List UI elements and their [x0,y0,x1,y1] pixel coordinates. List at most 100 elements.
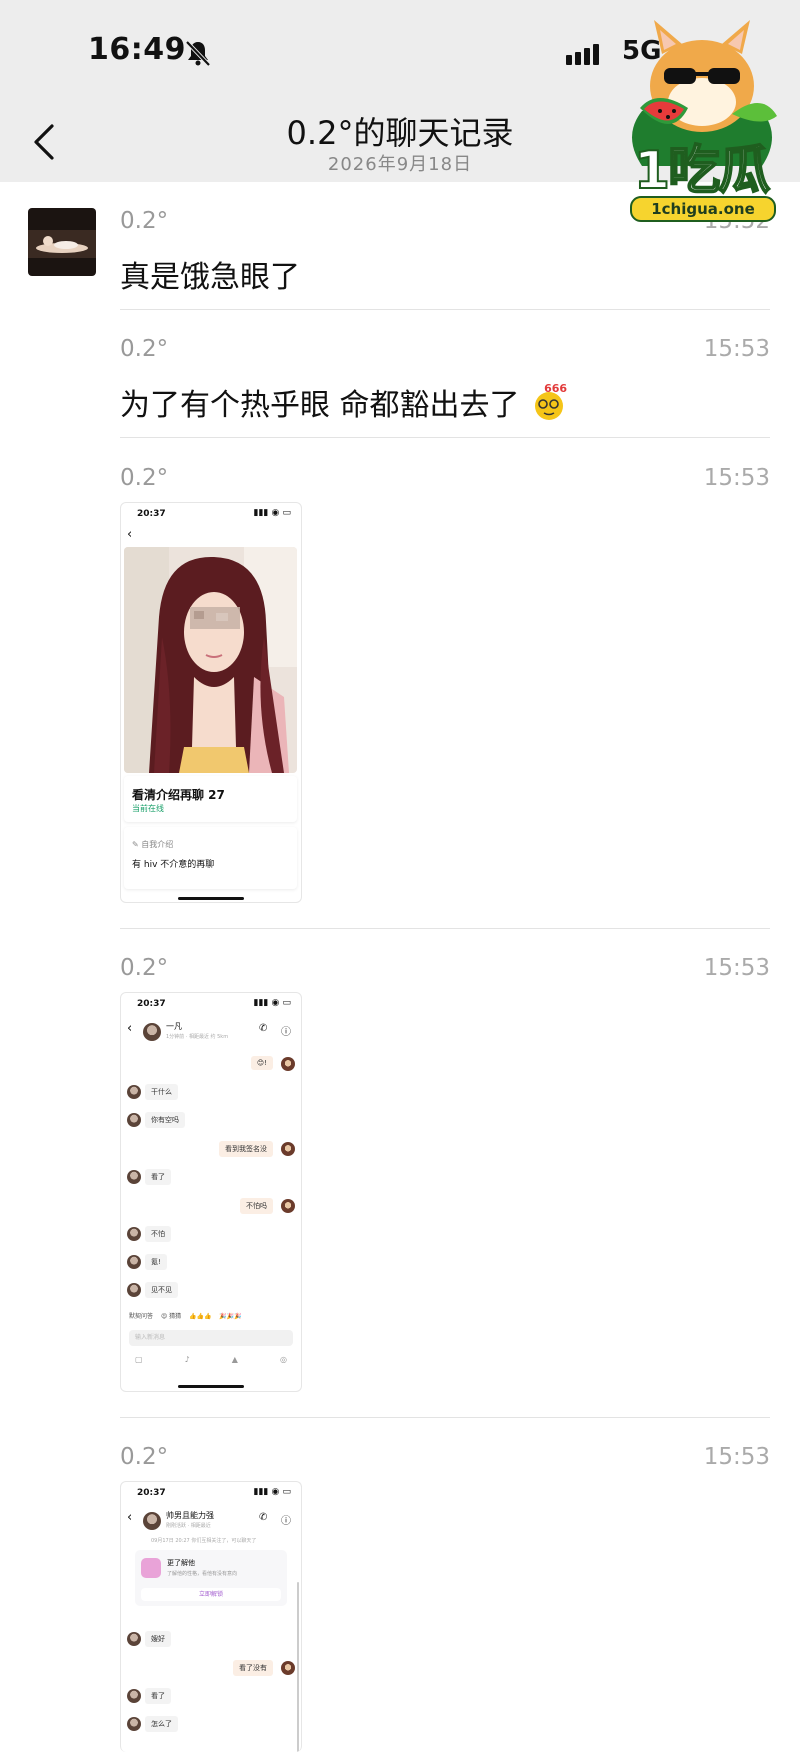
chat-bubble-left: 你有空吗 [145,1112,185,1128]
watermark-url: 1chigua.one [630,196,776,222]
match-notice: 09月17日 20:27 你们互相关注了，可以聊天了 [151,1538,257,1544]
info-icon: ⓘ [281,1027,291,1038]
emoji-666-icon: 666 [531,382,569,421]
mini-back-icon: ‹ [127,1510,133,1525]
message-divider [120,928,770,929]
mini-status-bar: 20:37 ▮▮▮ ◉ ▭ [121,1482,301,1504]
contact-avatar [143,1512,161,1530]
message-time: 15:53 [703,336,770,362]
profile-intro-card: ✎ 自我介绍 有 hiv 不介意的再聊 [124,827,297,889]
contact-subline: 刚刚活跃 · 相距最近 [166,1523,211,1529]
intro-text: 有 hiv 不介意的再聊 [132,860,215,870]
message-divider [120,309,770,310]
mini-message-input: 输入新消息 [129,1330,293,1346]
message-text-content: 为了有个热乎眼 命都豁出去了 [120,388,520,423]
signal-icon [566,44,602,65]
self-avatar [281,1142,295,1156]
intro-label: ✎ 自我介绍 [132,839,173,850]
unlock-button: 立即解锁 [141,1588,281,1601]
profile-online-status: 当前在线 [132,804,164,813]
mini-time: 20:37 [137,1488,166,1498]
quick-reply: 🎉🎉🎉 [219,1313,242,1320]
image-message-profile[interactable]: 20:37 ▮▮▮ ◉ ▭ ‹ 看清介绍再聊 27 当前在线 ✎ 自我介绍 有 [120,502,302,903]
image-message-chat-2[interactable]: 20:37 ▮▮▮ ◉ ▭ ‹ 帅男且能力强 刚刚活跃 · 相距最近 ✆ ⓘ 0… [120,1481,302,1752]
contact-subline: 1分钟前 · 相距最近 约 5km [166,1034,229,1040]
mini-back-icon: ‹ [127,1021,133,1036]
chat-bubble-left: 怎么了 [145,1716,178,1732]
mini-photo-icon: ▢ [135,1355,143,1364]
mini-status-bar: 20:37 ▮▮▮ ◉ ▭ [121,993,301,1015]
quick-reply: 👍👍👍 [189,1313,212,1320]
message-sender: 0.2° [120,336,169,362]
mini-time: 20:37 [137,999,166,1009]
profile-name-line: 看清介绍再聊 27 [132,788,225,802]
mini-battery-icon: ▮▮▮ ◉ ▭ [253,508,291,518]
contact-avatar [127,1632,141,1646]
sender-avatar[interactable] [28,208,96,276]
mini-battery-icon: ▮▮▮ ◉ ▭ [253,998,291,1008]
message-divider [120,1417,770,1418]
message-text[interactable]: 为了有个热乎眼 命都豁出去了 666 [120,380,569,424]
contact-avatar [127,1255,141,1269]
chat-bubble-left: 嫂好 [145,1631,171,1647]
phone-icon: ✆ [259,1023,268,1034]
phone-icon: ✆ [259,1512,268,1523]
contact-avatar [127,1113,141,1127]
contact-avatar [127,1085,141,1099]
mini-back-icon: ‹ [127,527,133,542]
contact-avatar [127,1227,141,1241]
message-sender: 0.2° [120,465,169,491]
chat-bubble-left: 见不见 [145,1282,178,1298]
mini-battery-icon: ▮▮▮ ◉ ▭ [253,1487,291,1497]
message-sender: 0.2° [120,208,169,234]
mini-home-indicator [178,1385,244,1388]
mini-toolbar: ▢ ♪ ▲ ◎ [135,1355,287,1364]
message-time: 15:53 [703,955,770,981]
chat-bubble-right: 看了没有 [233,1660,273,1676]
message-3-header: 0.2° 15:53 [120,465,770,495]
message-2: 0.2° 15:53 为了有个热乎眼 命都豁出去了 666 [120,336,770,423]
chat-bubble-right: 看到我签名没 [219,1141,273,1157]
mini-home-indicator [178,897,244,900]
intro-edit-icon: ✎ [132,840,142,849]
unlock-card: 更了解他 了解他的性格，看他有没有意向 立即解锁 [135,1550,287,1606]
self-avatar [281,1057,295,1071]
chat-bubble-left: 干什么 [145,1084,178,1100]
info-icon: ⓘ [281,1516,291,1527]
chat-bubble-right: 😊! [250,1056,273,1070]
bell-off-icon [185,40,211,67]
mini-time: 20:37 [137,509,166,519]
message-5-header: 0.2° 15:53 [120,1444,770,1474]
contact-name: 一凡 [166,1022,182,1031]
mini-status-bar: 20:37 ▮▮▮ ◉ ▭ [121,503,301,525]
watermark-logo-text: 1吃瓜 [633,140,771,202]
quick-reply: 😍 猜猜 [160,1313,182,1320]
contact-avatar [127,1689,141,1703]
contact-avatar [143,1023,161,1041]
message-sender: 0.2° [120,955,169,981]
contact-avatar [127,1170,141,1184]
chat-bubble-left: 看了 [145,1169,171,1185]
mini-mic-icon: ♪ [184,1355,190,1364]
chat-bubble-right: 不怕吗 [240,1198,273,1214]
message-4-header: 0.2° 15:53 [120,955,770,985]
image-message-chat-1[interactable]: 20:37 ▮▮▮ ◉ ▭ ‹ 一凡 1分钟前 · 相距最近 约 5km ✆ ⓘ… [120,992,302,1392]
quick-reply: 默契问答 [129,1313,154,1320]
self-avatar [281,1661,295,1675]
message-divider [120,437,770,438]
emoji-label: 666 [544,382,568,395]
unlock-card-sub: 了解他的性格，看他有没有意向 [167,1571,238,1577]
unlock-card-title: 更了解他 [167,1559,195,1567]
profile-name-card: 看清介绍再聊 27 当前在线 [124,776,297,822]
intro-label-text: 自我介绍 [141,840,174,849]
message-sender: 0.2° [120,1444,169,1470]
self-avatar [281,1199,295,1213]
watermark-logo: 1吃瓜 1chigua.one [612,16,790,226]
status-time: 16:49 [88,32,186,67]
mini-scrollbar [297,1582,299,1752]
contact-avatar [127,1717,141,1731]
chat-bubble-left: 不怕 [145,1226,171,1242]
message-text[interactable]: 真是饿急眼了 [120,252,300,296]
contact-name: 帅男且能力强 [166,1511,214,1520]
mini-more-icon: ◎ [280,1355,287,1364]
